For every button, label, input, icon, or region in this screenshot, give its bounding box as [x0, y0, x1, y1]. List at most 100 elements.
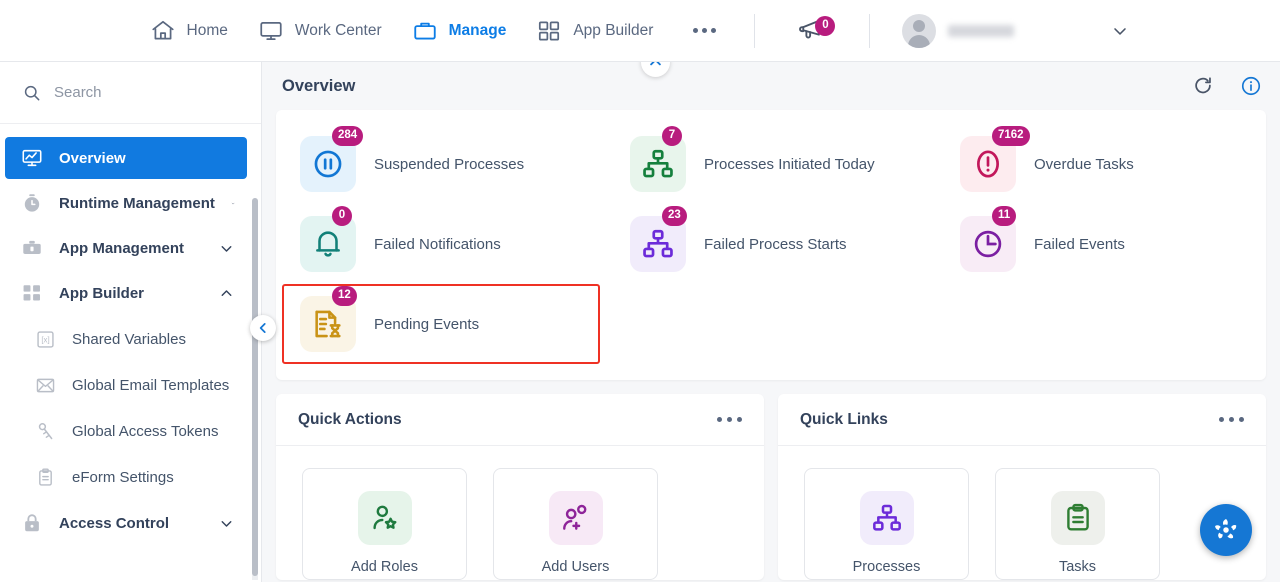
kpi-tile-failed-events[interactable]: 11 Failed Events	[942, 204, 1260, 284]
tile-icon-bg	[859, 491, 914, 545]
sidebar: Overview Runtime Management	[0, 62, 276, 582]
grid-icon	[539, 20, 560, 41]
sidebar-item-access-control[interactable]: Access Control	[5, 502, 247, 544]
nav-item-home[interactable]: Home	[150, 18, 228, 44]
kpi-icon-bg	[630, 136, 686, 192]
sidebar-item-app-management[interactable]: App Management	[5, 227, 247, 269]
tile-label: Processes	[852, 559, 921, 575]
sidebar-item-overview[interactable]: Overview	[5, 137, 247, 179]
kpi-icon-wrapper: 12	[300, 286, 357, 352]
quick-links-body: Processes Tasks	[778, 446, 1266, 580]
main-content: Overview 284 Suspended Processes 7 Proce…	[262, 62, 1280, 582]
chevron-down-icon[interactable]	[218, 515, 235, 532]
kpi-tile-failed-process-starts[interactable]: 23 Failed Process Starts	[612, 204, 930, 284]
nav-item-manage[interactable]: Manage	[412, 18, 507, 44]
sidebar-item-shared-variables[interactable]: [x] Shared Variables	[5, 317, 247, 361]
announcements-badge: 0	[815, 16, 836, 36]
nav-more-menu-button[interactable]	[687, 28, 722, 33]
sidebar-item-global-access-tokens-label: Global Access Tokens	[72, 422, 219, 440]
tile-icon-bg	[548, 491, 603, 545]
avatar	[902, 13, 937, 48]
clock-icon	[974, 230, 1002, 258]
search-icon	[24, 85, 40, 100]
kpi-tile-suspended-processes[interactable]: 284 Suspended Processes	[282, 124, 600, 204]
chevron-left-icon	[259, 323, 266, 333]
briefcase-icon	[413, 22, 436, 40]
search-input[interactable]	[54, 84, 224, 101]
sidebar-item-shared-variables-label: Shared Variables	[72, 330, 186, 348]
sitemap-icon	[643, 149, 673, 178]
kpi-icon-wrapper: 0	[300, 206, 356, 272]
sidebar-item-app-builder[interactable]: App Builder	[5, 272, 247, 314]
quick-action-add-users[interactable]: Add Users	[493, 468, 658, 580]
chevron-up-icon	[650, 62, 661, 66]
kpi-badge: 7162	[992, 126, 1030, 146]
kpi-badge: 23	[662, 206, 687, 226]
tile-label: Add Users	[541, 559, 610, 575]
nav-divider	[754, 13, 756, 48]
kpi-tile-processes-initiated-today[interactable]: 7 Processes Initiated Today	[612, 124, 930, 204]
sidebar-item-global-email-templates-label: Global Email Templates	[72, 376, 230, 394]
user-menu[interactable]	[902, 13, 1015, 48]
variable-icon: [x]	[37, 330, 54, 348]
sitemap-icon	[872, 504, 901, 531]
info-icon[interactable]	[1240, 75, 1262, 97]
quick-actions-title: Quick Actions	[298, 410, 402, 428]
chevron-down-icon[interactable]	[218, 240, 235, 257]
monitor-icon	[260, 21, 282, 40]
sidebar-item-app-management-label: App Management	[59, 239, 185, 257]
svg-text:[x]: [x]	[41, 335, 49, 344]
quick-actions-body: Add Roles Add Users	[276, 446, 764, 580]
grid-icon	[23, 285, 40, 301]
pause-circle-icon	[314, 150, 342, 178]
home-icon	[151, 20, 174, 39]
page-title: Overview	[282, 76, 356, 95]
panels-row: Quick Actions Add Roles Add Users Quick …	[262, 380, 1280, 580]
top-nav-items: Home Work Center Manage App Builder 0	[150, 13, 1131, 48]
announcements-button[interactable]: 0	[787, 14, 837, 47]
kpi-label: Processes Initiated Today	[704, 155, 875, 173]
bell-icon	[316, 231, 340, 257]
sidebar-item-app-builder-label: App Builder	[59, 284, 144, 302]
sidebar-item-global-email-templates[interactable]: Global Email Templates	[5, 363, 247, 407]
alert-oval-icon	[977, 150, 999, 178]
clipboard-icon	[39, 467, 52, 486]
kpi-tile-pending-events[interactable]: 12 Pending Events	[282, 284, 600, 364]
chevron-up-icon[interactable]	[218, 285, 235, 302]
quick-action-add-roles[interactable]: Add Roles	[302, 468, 467, 580]
dot	[693, 28, 699, 33]
clipboard-icon	[1066, 503, 1089, 531]
key-icon	[38, 422, 53, 439]
toolbox-icon	[23, 240, 41, 254]
kpi-tile-failed-notifications[interactable]: 0 Failed Notifications	[282, 204, 600, 284]
chevron-down-icon[interactable]	[1110, 21, 1130, 41]
sidebar-scrollbar-thumb[interactable]	[252, 198, 258, 576]
nav-item-manage-label: Manage	[448, 21, 507, 39]
kpi-tile-overdue-tasks[interactable]: 7162 Overdue Tasks	[942, 124, 1260, 204]
nav-item-app-builder[interactable]: App Builder	[536, 18, 653, 44]
quick-links-more-button[interactable]	[1219, 417, 1244, 422]
collapse-sidebar-button[interactable]	[250, 315, 276, 341]
sidebar-item-eform-settings[interactable]: eForm Settings	[5, 455, 247, 499]
chevron-down-icon[interactable]	[231, 195, 235, 212]
dot	[702, 28, 708, 33]
quick-link-processes[interactable]: Processes	[804, 468, 969, 580]
kpi-card: 284 Suspended Processes 7 Processes Init…	[276, 110, 1266, 380]
quick-actions-more-button[interactable]	[717, 417, 742, 422]
sidebar-item-overview-label: Overview	[59, 149, 126, 167]
kpi-icon-wrapper: 7162	[960, 126, 1030, 192]
sidebar-item-global-access-tokens[interactable]: Global Access Tokens	[5, 409, 247, 453]
dot	[727, 417, 732, 422]
quick-link-tasks[interactable]: Tasks	[995, 468, 1160, 580]
kpi-label: Overdue Tasks	[1034, 155, 1134, 173]
nav-item-work-center[interactable]: Work Center	[258, 18, 382, 44]
page-header: Overview	[262, 62, 1280, 110]
refresh-icon[interactable]	[1192, 75, 1214, 97]
dot	[711, 28, 717, 33]
nav-item-home-label: Home	[186, 21, 228, 39]
nav-divider	[869, 13, 871, 48]
kpi-icon-wrapper: 284	[300, 126, 364, 192]
sidebar-item-runtime-management[interactable]: Runtime Management	[5, 182, 247, 224]
assistant-fab-button[interactable]	[1200, 504, 1252, 556]
sidebar-search-row	[0, 62, 261, 124]
